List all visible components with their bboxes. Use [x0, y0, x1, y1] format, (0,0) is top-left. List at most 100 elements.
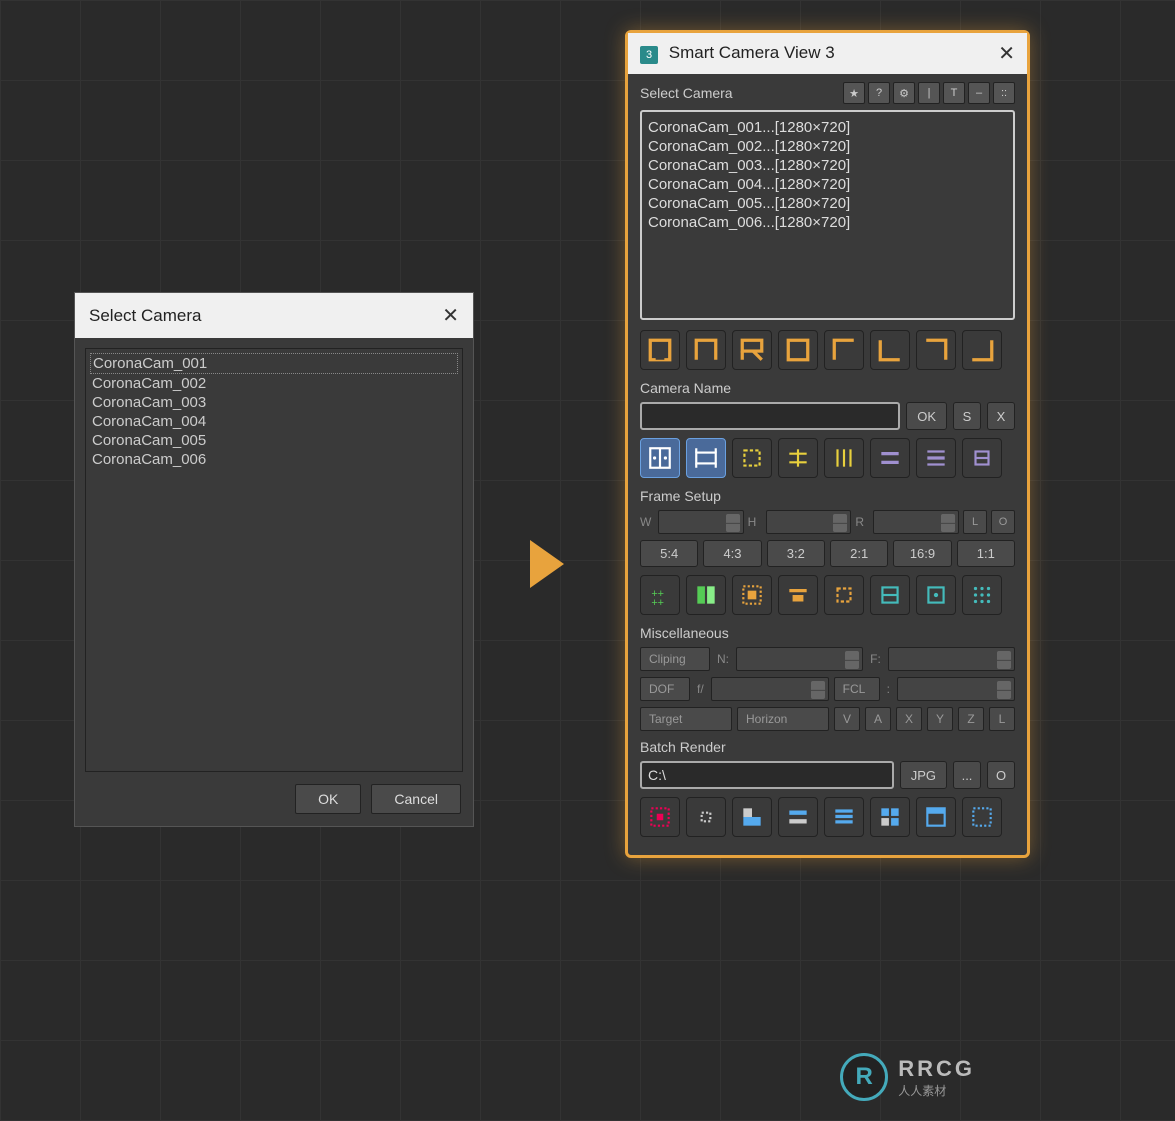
- tool-3-icon[interactable]: [732, 438, 772, 478]
- horizon-button[interactable]: Horizon: [737, 707, 829, 731]
- jpg-button[interactable]: JPG: [900, 761, 947, 789]
- list-item[interactable]: CoronaCam_006...[1280×720]: [648, 213, 1007, 232]
- ratio-32-button[interactable]: 3:2: [767, 540, 825, 567]
- height-spinner[interactable]: [766, 510, 852, 534]
- list-item[interactable]: CoronaCam_004...[1280×720]: [648, 175, 1007, 194]
- help-icon[interactable]: ?: [868, 82, 890, 104]
- frame-4-icon[interactable]: [778, 575, 818, 615]
- view-bl-icon[interactable]: [870, 330, 910, 370]
- n-spinner[interactable]: [736, 647, 863, 671]
- ok-button[interactable]: OK: [906, 402, 947, 430]
- list-item[interactable]: CoronaCam_005...[1280×720]: [648, 194, 1007, 213]
- frame-8-icon[interactable]: [962, 575, 1002, 615]
- ok-button[interactable]: OK: [295, 784, 361, 814]
- f-spinner[interactable]: [888, 647, 1015, 671]
- ratio-43-button[interactable]: 4:3: [703, 540, 761, 567]
- ratio-11-button[interactable]: 1:1: [957, 540, 1015, 567]
- view-n-icon[interactable]: [686, 330, 726, 370]
- cancel-button[interactable]: Cancel: [371, 784, 461, 814]
- frame-3-icon[interactable]: [732, 575, 772, 615]
- frame-6-icon[interactable]: [870, 575, 910, 615]
- close-icon[interactable]: ✕: [998, 41, 1015, 66]
- list-item[interactable]: CoronaCam_002: [90, 374, 458, 393]
- panel-titlebar: 3 Smart Camera View 3 ✕: [628, 33, 1027, 74]
- width-spinner[interactable]: [658, 510, 744, 534]
- dof-button[interactable]: DOF: [640, 677, 690, 701]
- frame-5-icon[interactable]: [824, 575, 864, 615]
- l-button[interactable]: L: [989, 707, 1015, 731]
- close-icon[interactable]: ✕: [442, 303, 459, 328]
- app-icon: 3: [640, 46, 658, 64]
- o-button[interactable]: O: [987, 761, 1015, 789]
- cliping-button[interactable]: Cliping: [640, 647, 710, 671]
- y-button[interactable]: Y: [927, 707, 953, 731]
- path-input[interactable]: [640, 761, 894, 789]
- batch-5-icon[interactable]: [824, 797, 864, 837]
- batch-4-icon[interactable]: [778, 797, 818, 837]
- ratio-54-button[interactable]: 5:4: [640, 540, 698, 567]
- batch-6-icon[interactable]: [870, 797, 910, 837]
- minimize-icon[interactable]: –: [968, 82, 990, 104]
- list-item[interactable]: CoronaCam_001...[1280×720]: [648, 118, 1007, 137]
- view-tr-icon[interactable]: [916, 330, 956, 370]
- view-r-icon[interactable]: [732, 330, 772, 370]
- list-item[interactable]: CoronaCam_002...[1280×720]: [648, 137, 1007, 156]
- grip-icon[interactable]: ::: [993, 82, 1015, 104]
- batch-render-label: Batch Render: [640, 739, 1015, 755]
- camera-list-right[interactable]: CoronaCam_001...[1280×720] CoronaCam_002…: [640, 110, 1015, 320]
- list-item[interactable]: CoronaCam_003: [90, 393, 458, 412]
- x-button[interactable]: X: [896, 707, 922, 731]
- separator-icon[interactable]: |: [918, 82, 940, 104]
- frame-2-icon[interactable]: [686, 575, 726, 615]
- v-button[interactable]: V: [834, 707, 860, 731]
- browse-button[interactable]: ...: [953, 761, 981, 789]
- view-br-icon[interactable]: [962, 330, 1002, 370]
- tool-8-icon[interactable]: [962, 438, 1002, 478]
- tool-6-icon[interactable]: [870, 438, 910, 478]
- select-camera-label: Select Camera: [640, 85, 733, 101]
- list-item[interactable]: CoronaCam_006: [90, 450, 458, 469]
- frame-7-icon[interactable]: [916, 575, 956, 615]
- ratio-spinner[interactable]: [873, 510, 959, 534]
- frame-tool-icons: ++++: [640, 575, 1015, 615]
- batch-2-icon[interactable]: [686, 797, 726, 837]
- tool-1-icon[interactable]: [640, 438, 680, 478]
- a-button[interactable]: A: [865, 707, 891, 731]
- gear-icon[interactable]: ⚙: [893, 82, 915, 104]
- o-button[interactable]: O: [991, 510, 1015, 534]
- list-item[interactable]: CoronaCam_004: [90, 412, 458, 431]
- star-icon[interactable]: ★: [843, 82, 865, 104]
- camera-tool-icons: [640, 438, 1015, 478]
- tool-5-icon[interactable]: [824, 438, 864, 478]
- view-o-icon[interactable]: [778, 330, 818, 370]
- arrow-icon: [530, 540, 564, 588]
- batch-7-icon[interactable]: [916, 797, 956, 837]
- view-a-icon[interactable]: [640, 330, 680, 370]
- fcl-button[interactable]: FCL: [834, 677, 880, 701]
- t-button[interactable]: T: [943, 82, 965, 104]
- frame-1-icon[interactable]: ++++: [640, 575, 680, 615]
- fcl-spinner[interactable]: [897, 677, 1015, 701]
- camera-list[interactable]: CoronaCam_001 CoronaCam_002 CoronaCam_00…: [85, 348, 463, 772]
- target-button[interactable]: Target: [640, 707, 732, 731]
- batch-1-icon[interactable]: [640, 797, 680, 837]
- list-item[interactable]: CoronaCam_003...[1280×720]: [648, 156, 1007, 175]
- ratio-169-button[interactable]: 16:9: [893, 540, 951, 567]
- camera-name-input[interactable]: [640, 402, 900, 430]
- s-button[interactable]: S: [953, 402, 981, 430]
- fstop-spinner[interactable]: [711, 677, 829, 701]
- list-item[interactable]: CoronaCam_005: [90, 431, 458, 450]
- list-item[interactable]: CoronaCam_001: [90, 353, 458, 374]
- l-button[interactable]: L: [963, 510, 987, 534]
- batch-8-icon[interactable]: [962, 797, 1002, 837]
- watermark-logo-icon: R: [840, 1053, 888, 1101]
- x-button[interactable]: X: [987, 402, 1015, 430]
- tool-2-icon[interactable]: [686, 438, 726, 478]
- tool-4-icon[interactable]: [778, 438, 818, 478]
- z-button[interactable]: Z: [958, 707, 984, 731]
- batch-3-icon[interactable]: [732, 797, 772, 837]
- view-tl-icon[interactable]: [824, 330, 864, 370]
- tool-7-icon[interactable]: [916, 438, 956, 478]
- ratio-21-button[interactable]: 2:1: [830, 540, 888, 567]
- dialog-buttons: OK Cancel: [75, 772, 473, 826]
